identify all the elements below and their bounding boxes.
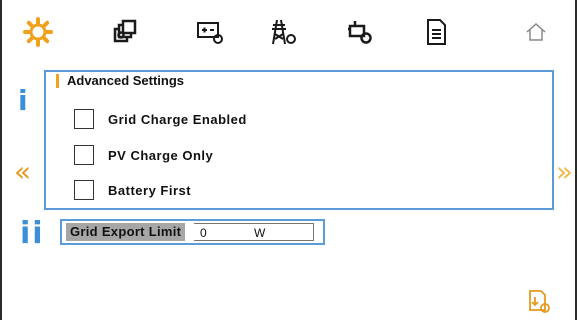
grid-tower-settings-icon[interactable]: [268, 16, 300, 48]
grid-charge-enabled-checkbox[interactable]: [74, 109, 94, 129]
pv-charge-only-label: PV Charge Only: [108, 147, 214, 163]
document-icon[interactable]: [420, 16, 452, 48]
previous-page-arrow[interactable]: «: [14, 158, 31, 186]
grid-export-limit-row: Grid Export Limit 0 W: [60, 219, 325, 245]
section-marker-ii: ii: [20, 216, 45, 251]
grid-export-limit-input[interactable]: 0 W: [194, 223, 314, 241]
section-marker-i: i: [18, 84, 28, 117]
option-battery-first[interactable]: Battery First: [74, 180, 191, 200]
option-pv-charge-only[interactable]: PV Charge Only: [74, 145, 213, 165]
grid-charge-enabled-label: Grid Charge Enabled: [108, 111, 247, 127]
pv-charge-only-checkbox[interactable]: [74, 145, 94, 165]
grid-export-limit-unit: W: [254, 226, 266, 240]
battery-settings-icon[interactable]: [194, 16, 226, 48]
top-toolbar: [0, 0, 577, 62]
next-page-arrow[interactable]: »: [556, 158, 573, 186]
grid-export-limit-label: Grid Export Limit: [66, 223, 186, 241]
battery-first-checkbox[interactable]: [74, 180, 94, 200]
option-grid-charge-enabled[interactable]: Grid Charge Enabled: [74, 109, 247, 129]
advanced-settings-panel: Advanced Settings Grid Charge Enabled PV…: [44, 70, 554, 210]
grid-export-limit-value: 0: [200, 226, 207, 240]
advanced-settings-title: Advanced Settings: [56, 74, 184, 88]
multi-window-icon[interactable]: [110, 16, 142, 48]
generator-settings-icon[interactable]: [344, 16, 376, 48]
gear-icon[interactable]: [22, 16, 54, 48]
battery-first-label: Battery First: [108, 182, 192, 198]
export-settings-icon[interactable]: [526, 288, 552, 314]
home-icon[interactable]: [520, 16, 552, 48]
